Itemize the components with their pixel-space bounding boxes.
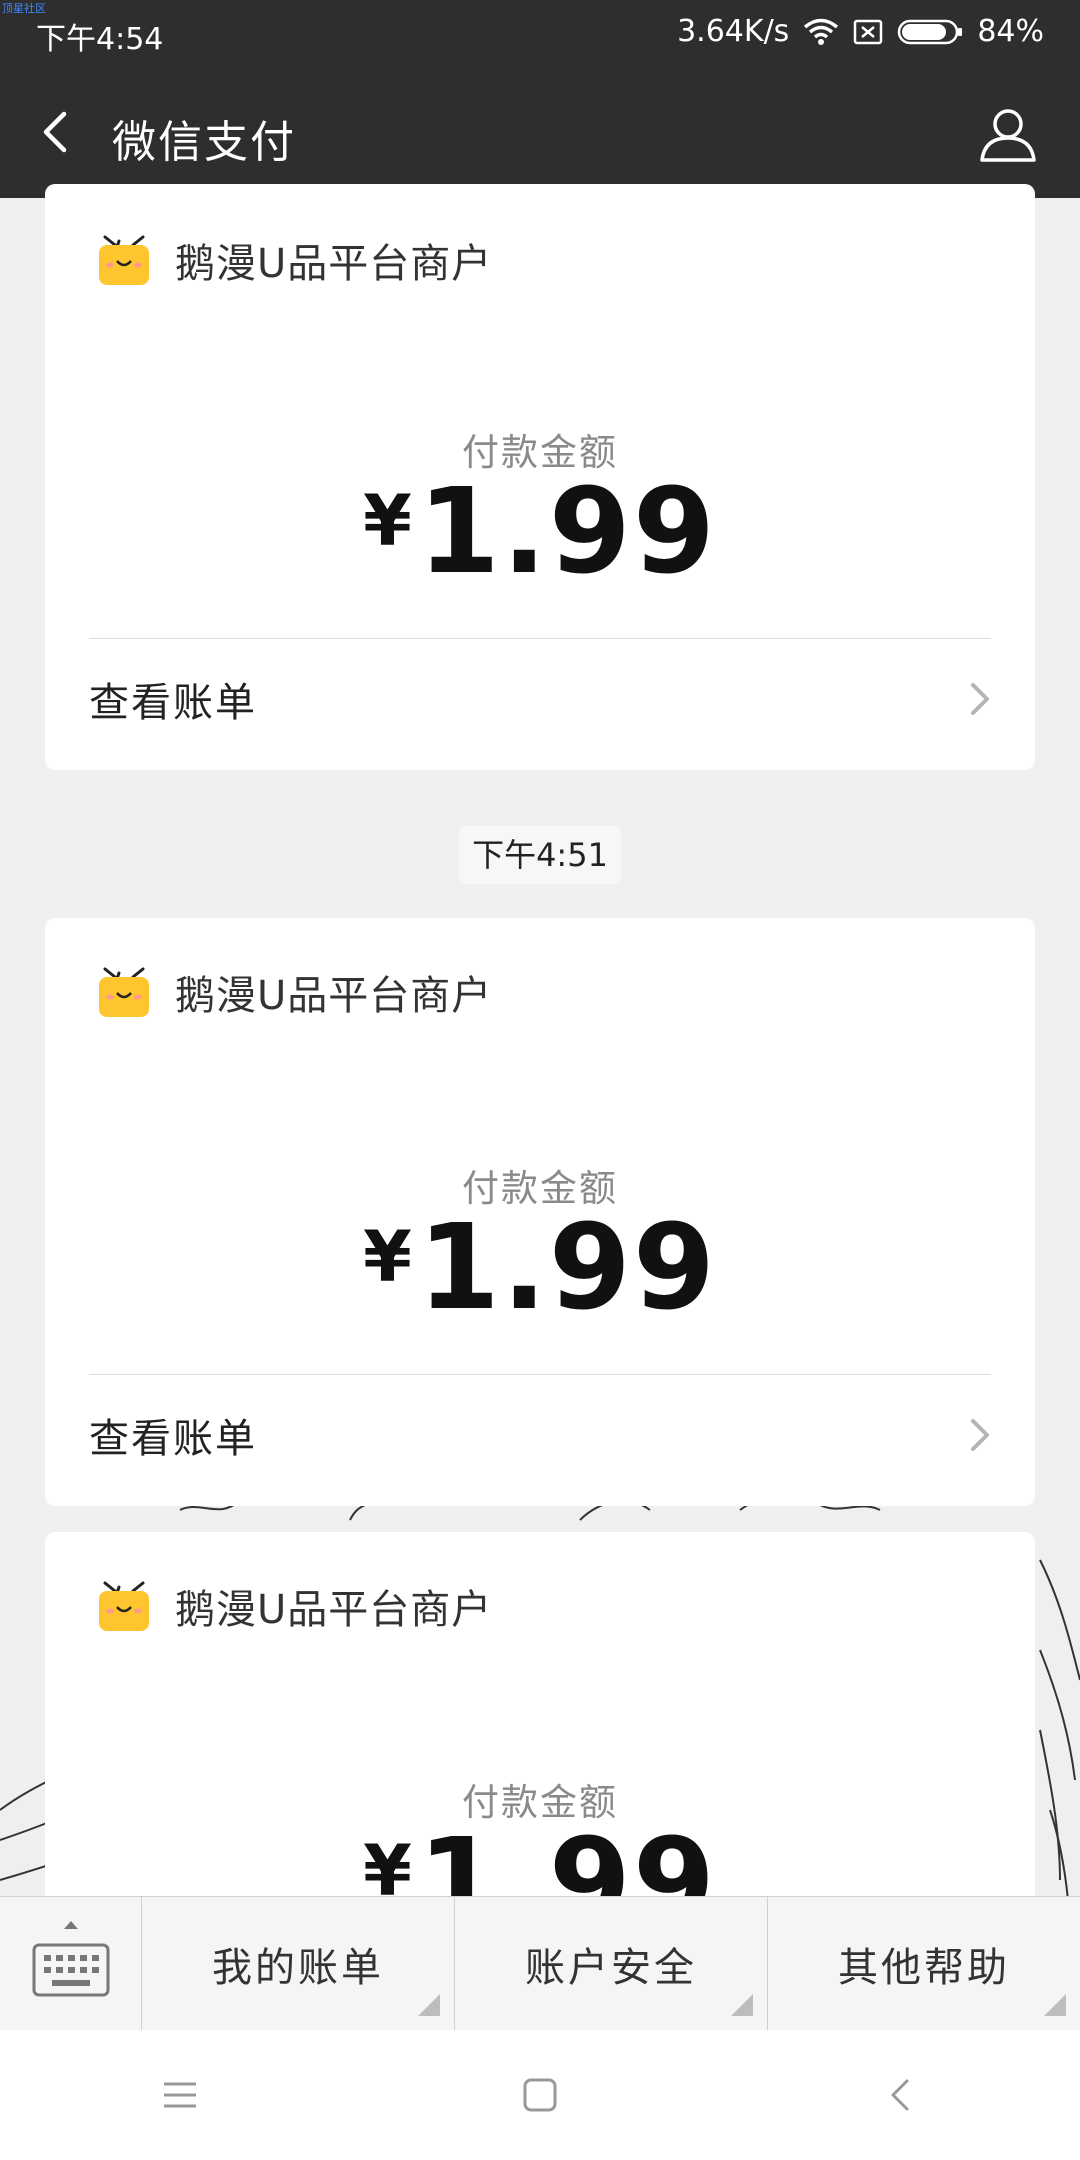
amount-value: ¥1.99 [45, 462, 1035, 600]
currency-symbol: ¥ [363, 1216, 414, 1298]
wifi-icon [804, 18, 839, 45]
status-icons: 3.64K/s 84% [677, 14, 1044, 49]
network-speed: 3.64K/s [677, 14, 790, 49]
menu-other-help[interactable]: 其他帮助 [768, 1897, 1080, 2030]
system-navigation-bar [0, 2030, 1080, 2160]
view-bill-link[interactable]: 查看账单 [89, 639, 995, 759]
keyboard-icon [32, 1921, 110, 1997]
amount-number: 1.99 [417, 462, 717, 600]
chevron-right-icon [971, 683, 989, 715]
back-icon [891, 2079, 909, 2111]
keyboard-toggle-button[interactable] [0, 1897, 142, 2030]
merchant-row: 鹅漫U品平台商户 [95, 962, 492, 1022]
chevron-left-icon[interactable] [28, 102, 88, 162]
currency-symbol: ¥ [363, 480, 414, 562]
menu-label: 其他帮助 [838, 1944, 1010, 1991]
battery-percent: 84% [977, 14, 1044, 49]
merchant-logo-icon [99, 967, 149, 1017]
payment-message-card: 鹅漫U品平台商户 付款金额 ¥1.99 查看账单 [45, 184, 1035, 770]
view-bill-label: 查看账单 [89, 1416, 257, 1462]
message-timestamp: 下午4:51 [459, 826, 621, 884]
person-icon[interactable] [976, 102, 1040, 166]
menu-my-bills[interactable]: 我的账单 [142, 1897, 455, 2030]
submenu-indicator-icon [418, 1994, 440, 2016]
merchant-logo-icon [99, 1581, 149, 1631]
merchant-row: 鹅漫U品平台商户 [95, 1576, 492, 1636]
recent-apps-button[interactable] [120, 2055, 240, 2135]
home-icon [523, 2078, 557, 2112]
payment-message-card: 鹅漫U品平台商户 付款金额 ¥1.99 [45, 1532, 1035, 1952]
menu-account-security[interactable]: 账户安全 [455, 1897, 768, 2030]
merchant-name: 鹅漫U品平台商户 [175, 973, 493, 1019]
merchant-name: 鹅漫U品平台商户 [175, 1587, 493, 1633]
menu-icon [164, 2082, 196, 2108]
menu-label: 账户安全 [525, 1944, 697, 1991]
merchant-name: 鹅漫U品平台商户 [175, 241, 493, 287]
payment-message-card: 鹅漫U品平台商户 付款金额 ¥1.99 查看账单 [45, 918, 1035, 1506]
view-bill-label: 查看账单 [89, 680, 257, 726]
submenu-indicator-icon [1044, 1994, 1066, 2016]
wechat-pay-screen: 顶星社区 下午4:54 3.64K/s 84% 微信支付 鹅漫U品平台商户 付款… [0, 0, 1080, 2160]
amount-number: 1.99 [417, 1198, 717, 1336]
home-button[interactable] [480, 2055, 600, 2135]
sim-off-icon [854, 19, 883, 44]
amount-value: ¥1.99 [45, 1198, 1035, 1336]
chevron-right-icon [971, 1419, 989, 1451]
submenu-indicator-icon [731, 1994, 753, 2016]
nav-bar: 微信支付 [0, 66, 1080, 198]
status-bar: 顶星社区 下午4:54 3.64K/s 84% [0, 0, 1080, 66]
view-bill-link[interactable]: 查看账单 [89, 1375, 995, 1495]
system-back-button[interactable] [840, 2055, 960, 2135]
page-title: 微信支付 [112, 117, 296, 168]
status-time: 下午4:54 [36, 22, 164, 57]
menu-label: 我的账单 [212, 1944, 384, 1991]
service-menu-bar: 我的账单 账户安全 其他帮助 [0, 1896, 1080, 2030]
merchant-row: 鹅漫U品平台商户 [95, 230, 492, 290]
merchant-logo-icon [99, 235, 149, 285]
battery-icon [898, 19, 963, 44]
